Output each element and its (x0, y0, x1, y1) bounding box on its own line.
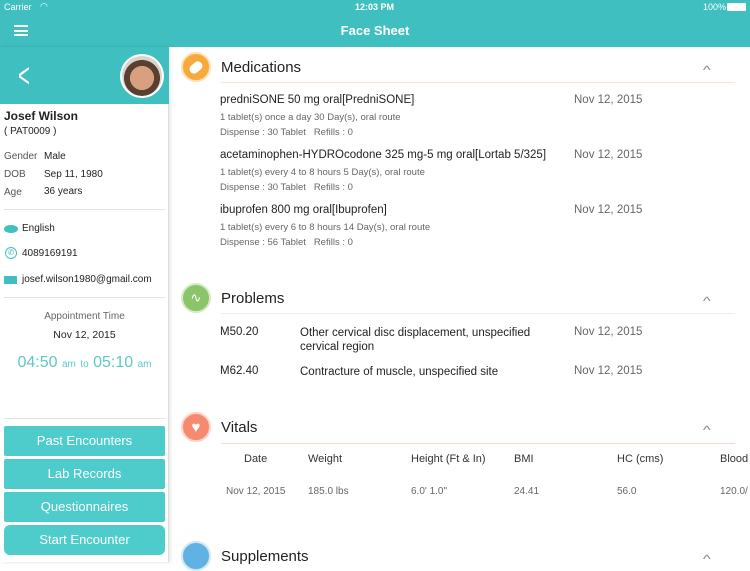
vitals-cell: 56.0 (617, 486, 637, 497)
medication-dispense: Dispense : 30 Tablet Refills : 0 (220, 127, 353, 138)
medication-name: predniSONE 50 mg oral[PredniSONE] (220, 94, 415, 106)
status-bar: Carrier ◠ 12:03 PM 100% (0, 0, 750, 14)
supplements-title: Supplements (221, 548, 309, 565)
medications-title: Medications (221, 59, 302, 76)
age-value: 36 years (44, 186, 83, 197)
phone-icon: ✆ (5, 247, 17, 259)
collapse-medications-chevron-icon[interactable]: ^ (703, 63, 711, 77)
pills-icon (181, 52, 211, 82)
divider (4, 209, 165, 210)
start-encounter-button[interactable]: Start Encounter (4, 525, 165, 555)
problems-title: Problems (221, 290, 285, 307)
gender-value: Male (44, 151, 66, 162)
collapse-problems-chevron-icon[interactable]: ^ (703, 294, 711, 308)
end-ampm: am (137, 359, 152, 370)
medication-dispense: Dispense : 56 Tablet Refills : 0 (220, 237, 353, 248)
appointment-label: Appointment Time (44, 311, 125, 322)
to-label: to (80, 359, 89, 370)
medication-sig: 1 tablet(s) once a day 30 Day(s), oral r… (220, 112, 401, 123)
pulse-icon: ∿ (181, 283, 211, 313)
divider (221, 82, 735, 83)
patient-id: ( PAT0009 ) (4, 126, 57, 137)
vitals-cell: 6.0' 1.0" (411, 486, 448, 497)
dob-label: DOB (4, 169, 26, 180)
age-label: Age (4, 187, 22, 198)
collapse-supplements-chevron-icon[interactable]: ^ (703, 552, 711, 566)
start-ampm: am (61, 359, 76, 370)
gender-label: Gender (4, 151, 38, 162)
start-time: 04:50 (17, 354, 58, 371)
problem-code: M62.40 (220, 365, 259, 377)
problem-date: Nov 12, 2015 (574, 365, 643, 377)
vitals-title: Vitals (221, 419, 258, 436)
speech-bubble-icon (4, 225, 18, 233)
nav-bar: Face Sheet (0, 14, 750, 47)
medication-sig: 1 tablet(s) every 4 to 8 hours 5 Day(s),… (220, 167, 425, 178)
page-title: Face Sheet (340, 23, 410, 38)
end-time: 05:10 (93, 354, 134, 371)
divider (4, 297, 165, 298)
divider (221, 443, 735, 444)
appointment-time: 04:50 am to 05:10 am (0, 354, 169, 372)
vitals-column-header: Blood (720, 453, 749, 465)
problem-code: M50.20 (220, 326, 259, 338)
problem-description: Other cervical disc displacement, unspec… (300, 327, 531, 353)
back-button[interactable]: < (18, 57, 30, 96)
sidebar-header: < (0, 47, 169, 104)
medication-date: Nov 12, 2015 (574, 149, 643, 161)
dob-value: Sep 11, 1980 (44, 169, 103, 180)
problem-date: Nov 12, 2015 (574, 326, 643, 338)
vitals-column-header: Weight (308, 453, 343, 465)
collapse-vitals-chevron-icon[interactable]: ^ (703, 423, 711, 437)
medication-date: Nov 12, 2015 (574, 204, 643, 216)
medication-sig: 1 tablet(s) every 6 to 8 hours 14 Day(s)… (220, 222, 431, 233)
battery-icon (727, 3, 746, 11)
vitals-cell: Nov 12, 2015 (226, 486, 286, 497)
battery-percent: 100% (703, 2, 727, 12)
email[interactable]: josef.wilson1980@gmail.com (22, 274, 152, 285)
medication-date: Nov 12, 2015 (574, 94, 643, 106)
questionnaires-button[interactable]: Questionnaires (4, 492, 165, 522)
patient-name: Josef Wilson (4, 109, 78, 123)
clock: 12:03 PM (355, 2, 395, 12)
appointment-date: Nov 12, 2015 (53, 329, 116, 341)
mail-icon (4, 276, 17, 284)
vitals-column-header: Height (Ft & In) (411, 453, 486, 465)
divider (4, 418, 165, 419)
vitals-cell: 120.0/ (720, 486, 748, 497)
medication-name: ibuprofen 800 mg oral[Ibuprofen] (220, 204, 387, 216)
carrier: Carrier (4, 2, 32, 12)
heart-icon: ♥ (181, 412, 211, 442)
supplements-icon (181, 541, 211, 571)
lab-records-button[interactable]: Lab Records (4, 459, 165, 489)
medication-name: acetaminophen-HYDROcodone 325 mg-5 mg or… (220, 149, 547, 161)
language: English (22, 223, 55, 234)
vitals-column-header: HC (cms) (617, 453, 664, 465)
problem-description: Contracture of muscle, unspecified site (300, 366, 499, 378)
divider (221, 313, 735, 314)
vitals-cell: 185.0 lbs (308, 486, 349, 497)
patient-sidebar: < Josef Wilson ( PAT0009 ) Gender Male D… (0, 47, 169, 562)
phone[interactable]: 4089169191 (22, 248, 78, 259)
vitals-cell: 24.41 (514, 486, 540, 497)
vitals-column-header: BMI (514, 453, 534, 465)
vitals-column-header: Date (244, 453, 268, 465)
avatar (120, 54, 164, 98)
medication-dispense: Dispense : 30 Tablet Refills : 0 (220, 182, 353, 193)
past-encounters-button[interactable]: Past Encounters (4, 426, 165, 456)
wifi-icon: ◠ (40, 1, 48, 11)
